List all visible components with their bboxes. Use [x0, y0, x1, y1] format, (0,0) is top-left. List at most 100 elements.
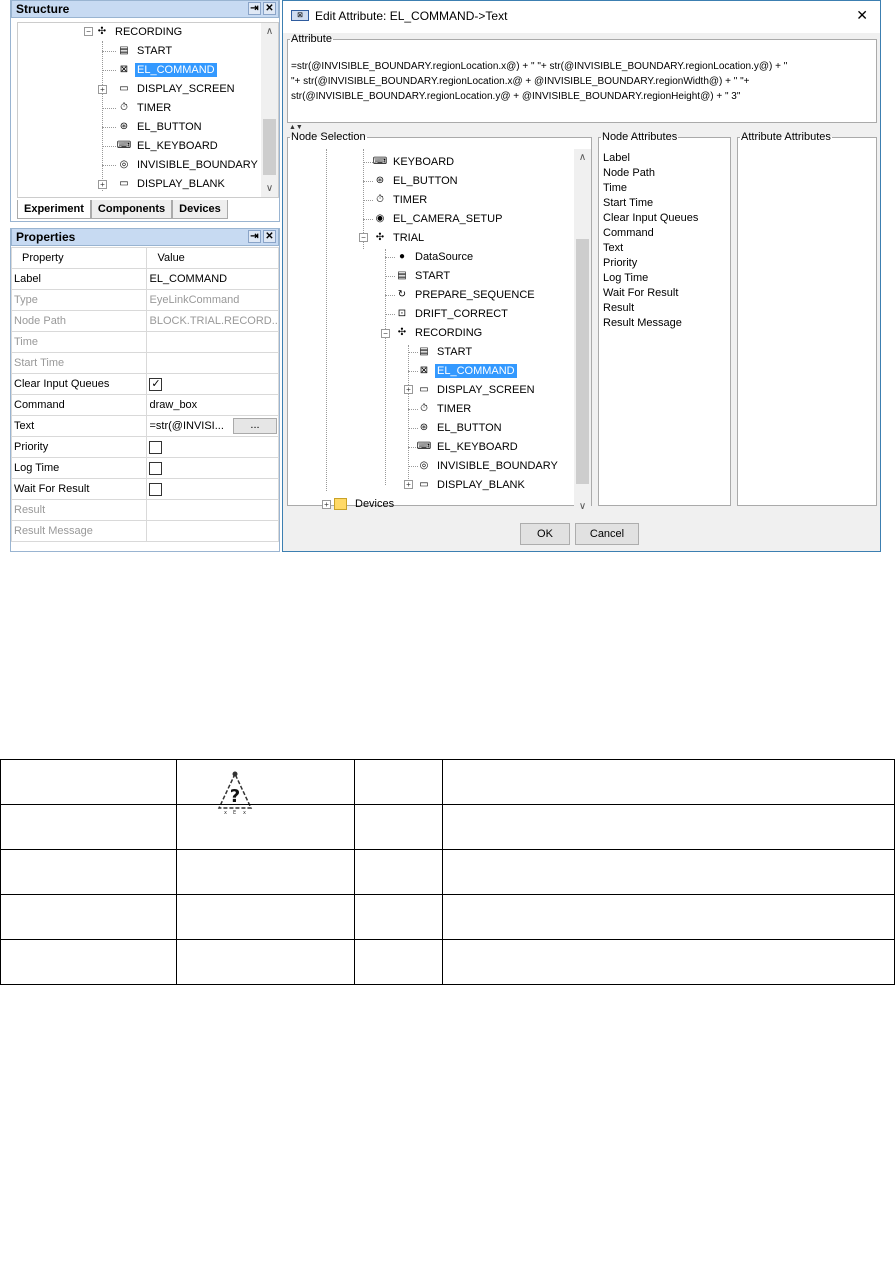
- close-icon[interactable]: ✕: [263, 230, 276, 243]
- node-attributes-legend: Node Attributes: [602, 131, 678, 143]
- tree-node-prepare-sequence[interactable]: ↻ PREPARE_SEQUENCE: [394, 286, 537, 304]
- command-value[interactable]: draw_box: [146, 394, 279, 416]
- expand-icon[interactable]: +: [98, 85, 107, 94]
- tree-node-timer[interactable]: ⏱ TIMER: [372, 191, 429, 209]
- table-row: [0, 849, 895, 895]
- collapse-icon[interactable]: −: [381, 329, 390, 338]
- expand-icon[interactable]: +: [98, 180, 107, 189]
- pin-icon[interactable]: ⇥: [248, 2, 261, 15]
- ok-button[interactable]: OK: [520, 523, 570, 545]
- scroll-down-icon[interactable]: ∨: [574, 498, 591, 515]
- tree-node-start[interactable]: ▤ START: [116, 42, 174, 60]
- tree-node-drift-correct[interactable]: ⊡ DRIFT_CORRECT: [394, 305, 510, 323]
- tree-node-el-button[interactable]: ⊛ EL_BUTTON: [416, 419, 504, 437]
- property-row-label[interactable]: Label EL_COMMAND: [10, 268, 279, 290]
- attr-item[interactable]: Clear Input Queues: [603, 211, 698, 226]
- property-row-priority[interactable]: Priority: [10, 436, 279, 458]
- tree-node-display-screen[interactable]: ▭ DISPLAY_SCREEN: [116, 80, 237, 98]
- attr-item[interactable]: Result Message: [603, 316, 698, 331]
- tree-node-display-screen[interactable]: ▭ DISPLAY_SCREEN: [416, 381, 537, 399]
- tree-node-el-camera-setup[interactable]: ◉ EL_CAMERA_SETUP: [372, 210, 504, 228]
- property-row-clear-input-queues[interactable]: Clear Input Queues ✓: [10, 373, 279, 395]
- collapse-icon[interactable]: −: [359, 233, 368, 242]
- attr-item[interactable]: Node Path: [603, 166, 698, 181]
- scroll-up-icon[interactable]: ∧: [574, 149, 591, 166]
- ellipsis-button[interactable]: ...: [233, 418, 277, 434]
- attr-item[interactable]: Command: [603, 226, 698, 241]
- priority-checkbox[interactable]: [149, 440, 163, 454]
- command-icon: ⊠: [419, 365, 429, 376]
- close-icon[interactable]: ✕: [856, 7, 868, 24]
- scroll-down-icon[interactable]: ∨: [261, 180, 278, 197]
- expand-icon[interactable]: +: [404, 385, 413, 394]
- property-row-result: Result: [10, 499, 279, 521]
- tab-devices[interactable]: Devices: [172, 200, 228, 219]
- tree-node-el-keyboard[interactable]: ⌨ EL_KEYBOARD: [116, 137, 220, 155]
- tree-node-el-button[interactable]: ⊛ EL_BUTTON: [116, 118, 204, 136]
- attr-item[interactable]: Result: [603, 301, 698, 316]
- tree-node-el-button[interactable]: ⊛ EL_BUTTON: [372, 172, 460, 190]
- table-row: [0, 759, 895, 805]
- log-time-checkbox[interactable]: [149, 461, 163, 475]
- text-value[interactable]: =str(@INVISI...: [149, 420, 223, 432]
- tree-node-start[interactable]: ▤ START: [416, 343, 474, 361]
- tree-node-display-blank[interactable]: ▭ DISPLAY_BLANK: [416, 476, 527, 494]
- scroll-thumb[interactable]: [576, 239, 589, 484]
- tree-node-el-command[interactable]: ⊠ EL_COMMAND: [116, 61, 217, 79]
- tree-node-start[interactable]: ▤ START: [394, 267, 452, 285]
- tree-node-recording[interactable]: ✣ RECORDING: [94, 23, 184, 41]
- structure-scrollbar[interactable]: ∧ ∨: [261, 23, 278, 197]
- tree-node-timer[interactable]: ⏱ TIMER: [416, 400, 473, 418]
- scroll-up-icon[interactable]: ∧: [261, 23, 278, 40]
- camera-icon: ◉: [375, 213, 385, 224]
- tree-node-datasource[interactable]: ● DataSource: [394, 248, 475, 266]
- attr-item[interactable]: Label: [603, 151, 698, 166]
- keyboard-icon: ⌨: [416, 441, 432, 452]
- expand-icon[interactable]: +: [404, 480, 413, 489]
- tab-experiment[interactable]: Experiment: [17, 200, 91, 219]
- attr-item[interactable]: Time: [603, 181, 698, 196]
- cancel-button[interactable]: Cancel: [575, 523, 639, 545]
- collapse-icon[interactable]: −: [84, 27, 93, 36]
- attribute-legend: Attribute: [291, 33, 332, 45]
- splitter-handle[interactable]: ▲▼: [289, 124, 303, 131]
- scroll-thumb[interactable]: [263, 119, 276, 175]
- timer-icon: ⏱: [376, 194, 384, 205]
- property-row-text[interactable]: Text =str(@INVISI......: [10, 415, 279, 437]
- close-icon[interactable]: ✕: [263, 2, 276, 15]
- sequence-icon: ✣: [97, 26, 107, 37]
- tree-node-el-keyboard[interactable]: ⌨ EL_KEYBOARD: [416, 438, 520, 456]
- property-row-type: Type EyeLinkCommand: [10, 289, 279, 311]
- attr-item[interactable]: Wait For Result: [603, 286, 698, 301]
- tab-components[interactable]: Components: [90, 200, 173, 219]
- attribute-editor[interactable]: =str(@INVISIBLE_BOUNDARY.regionLocation.…: [291, 59, 873, 104]
- clear-input-queues-checkbox[interactable]: ✓: [149, 377, 163, 391]
- attr-item[interactable]: Start Time: [603, 196, 698, 211]
- expand-icon[interactable]: +: [322, 500, 331, 509]
- label-value[interactable]: EL_COMMAND: [146, 268, 279, 290]
- node-tree-scrollbar[interactable]: ∧ ∨: [574, 149, 591, 515]
- document-table: [0, 759, 895, 985]
- wait-for-result-checkbox[interactable]: [149, 482, 163, 496]
- tree-node-display-blank[interactable]: ▭ DISPLAY_BLANK: [116, 175, 227, 193]
- property-row-node-path: Node Path BLOCK.TRIAL.RECORD...: [10, 310, 279, 332]
- attr-item[interactable]: Log Time: [603, 271, 698, 286]
- tree-node-devices[interactable]: Devices: [334, 495, 396, 513]
- attr-item[interactable]: Text: [603, 241, 698, 256]
- button-box-icon: ⊛: [119, 121, 129, 132]
- tree-node-timer[interactable]: ⏱ TIMER: [116, 99, 173, 117]
- pin-icon[interactable]: ⇥: [248, 230, 261, 243]
- property-row-command[interactable]: Command draw_box: [10, 394, 279, 416]
- property-row-wait-for-result[interactable]: Wait For Result: [10, 478, 279, 500]
- button-box-icon: ⊛: [375, 175, 385, 186]
- tree-node-invisible-boundary[interactable]: ◎ INVISIBLE_BOUNDARY: [416, 457, 560, 475]
- tree-node-keyboard[interactable]: ⌨ KEYBOARD: [372, 153, 456, 171]
- tree-node-trial[interactable]: ✣ TRIAL: [372, 229, 426, 247]
- tree-node-recording[interactable]: ✣ RECORDING: [394, 324, 484, 342]
- tree-node-el-command[interactable]: ⊠ EL_COMMAND: [416, 362, 517, 380]
- attr-item[interactable]: Priority: [603, 256, 698, 271]
- table-row: [0, 894, 895, 940]
- tree-node-invisible-boundary[interactable]: ◎ INVISIBLE_BOUNDARY: [116, 156, 260, 174]
- properties-panel: Properties ⇥ ✕ Property Value Label EL_COM…: [10, 228, 280, 552]
- property-row-log-time[interactable]: Log Time: [10, 457, 279, 479]
